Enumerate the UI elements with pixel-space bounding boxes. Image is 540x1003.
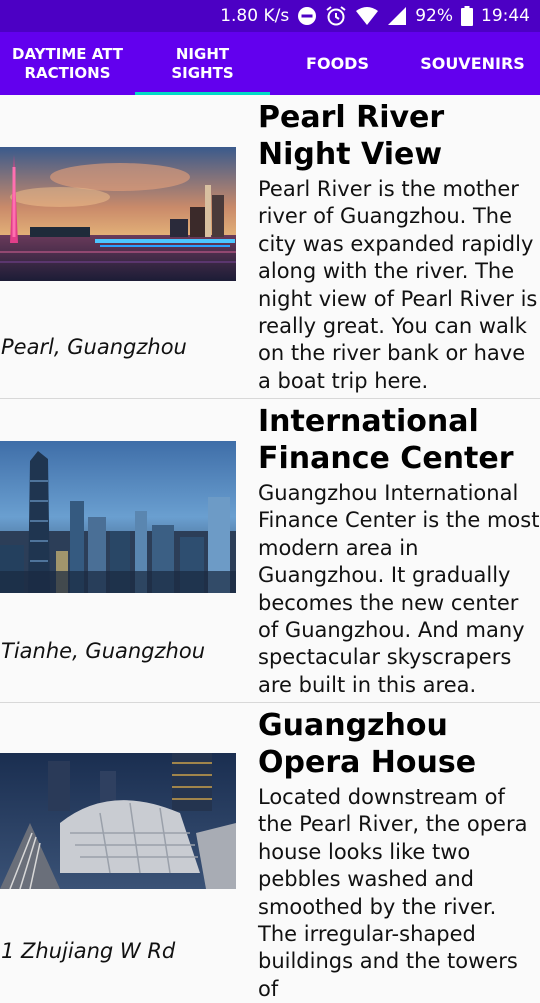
item-description: Guangzhou International Finance Center i… [258,481,540,697]
item-title: Guangzhou Opera House [258,708,477,780]
tab-daytime-attractions[interactable]: DAYTIME ATT RACTIONS [0,32,135,95]
pearl-river-night-image [0,147,236,281]
item-location: Tianhe, Guangzhou [1,639,206,663]
tab-label: SOUVENIRS [420,54,525,73]
list-item[interactable]: 1 Zhujiang W Rd Guangzhou Opera House Lo… [0,703,540,1001]
tab-label: DAYTIME ATT RACTIONS [12,44,123,82]
signal-icon [387,6,407,26]
item-description: Pearl River is the mother river of Guang… [258,177,538,393]
item-description: Located downstream of the Pearl River, t… [258,785,528,1001]
sights-list: Pearl, Guangzhou Pearl River Night View … [0,95,540,1001]
tab-souvenirs[interactable]: SOUVENIRS [405,32,540,95]
item-location: 1 Zhujiang W Rd [1,939,176,963]
opera-house-image [0,753,236,889]
status-bar: 1.80 K/s 92% 19:44 [0,0,540,32]
network-speed: 1.80 K/s [220,6,290,26]
battery-icon [461,6,473,26]
alarm-icon [325,5,347,27]
tab-label: FOODS [306,54,369,73]
list-item[interactable]: Tianhe, Guangzhou International Finance … [0,399,540,703]
tab-label: NIGHT SIGHTS [171,44,234,82]
wifi-icon [355,6,379,26]
tab-night-sights[interactable]: NIGHT SIGHTS [135,32,270,95]
do-not-disturb-icon [297,6,317,26]
item-location: Pearl, Guangzhou [1,335,187,359]
finance-center-image [0,441,236,593]
list-item[interactable]: Pearl, Guangzhou Pearl River Night View … [0,95,540,399]
tab-foods[interactable]: FOODS [270,32,405,95]
battery-percent: 92% [415,6,453,26]
tab-bar: DAYTIME ATT RACTIONS NIGHT SIGHTS FOODS … [0,32,540,95]
item-title: Pearl River Night View [258,100,445,172]
item-title: International Finance Center [258,404,514,476]
clock: 19:44 [481,6,530,26]
